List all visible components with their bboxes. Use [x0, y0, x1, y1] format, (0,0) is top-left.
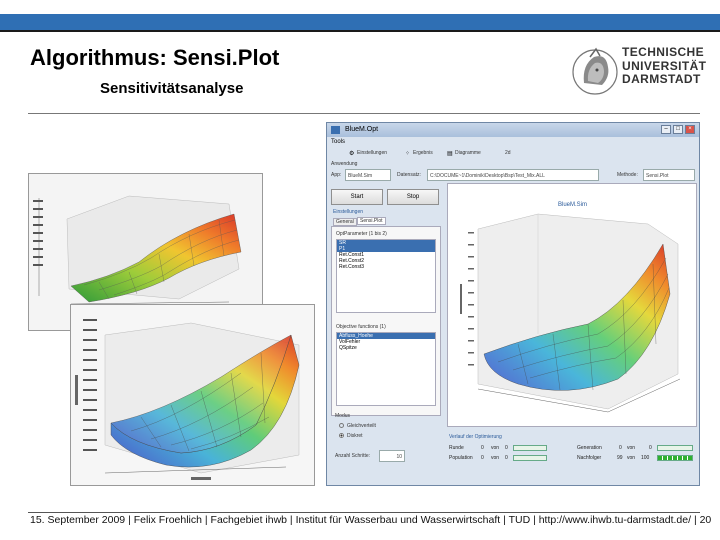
close-button[interactable]: ×	[685, 125, 695, 134]
mode-option-discrete[interactable]: Diskret	[339, 433, 363, 439]
objectives-label: Objective functions (1)	[336, 324, 386, 330]
mode-option-label: Diskret	[347, 433, 363, 439]
round-max: 0	[505, 445, 508, 451]
radio-icon[interactable]	[339, 423, 344, 429]
scatter-icon[interactable]: ⁘	[405, 150, 410, 157]
population-progress	[513, 455, 547, 461]
round-value: 0	[481, 445, 484, 451]
objectives-list[interactable]: Abfluss_Hoehe VolFehler QSpitze	[336, 332, 436, 406]
dataset-label: Datensatz:	[397, 172, 421, 178]
app-icon	[331, 126, 340, 134]
tab-sensi-plot[interactable]: Sensi.Plot	[357, 217, 386, 225]
title-rule	[28, 113, 700, 114]
round-label: Runde	[449, 445, 464, 451]
list-item[interactable]: QSpitze	[337, 345, 435, 351]
window-title: BlueM.Opt	[345, 126, 379, 133]
window-titlebar: BlueM.Opt	[327, 123, 699, 137]
athena-head-icon	[572, 47, 618, 95]
minimize-button[interactable]: –	[661, 125, 671, 134]
toolbar-2d-button[interactable]: 2d	[505, 150, 511, 156]
generation-label: Generation	[577, 445, 602, 451]
generation-max: 0	[649, 445, 652, 451]
offspring-label: Nachfolger	[577, 455, 602, 461]
settings-icon[interactable]: ⚙	[349, 150, 354, 157]
toolbar: ⚙ Einstellungen ⁘ Ergebnis ▤ Diagramme 2…	[329, 149, 697, 161]
progress-label: Verlauf der Optimierung	[449, 434, 502, 440]
steps-stepper[interactable]: 10	[379, 450, 405, 462]
mode-option-uniform[interactable]: Gleichverteilt	[339, 423, 376, 429]
slide-subtitle: Sensitivitätsanalyse	[100, 80, 244, 97]
generation-value: 0	[619, 445, 622, 451]
generation-of: von	[627, 445, 636, 451]
header-bar	[0, 14, 720, 30]
menu-tools[interactable]: Tools	[331, 139, 345, 145]
section-label-application: Anwendung	[331, 161, 358, 167]
round-progress	[513, 445, 547, 451]
offspring-max: 100	[641, 455, 650, 461]
offspring-of: von	[627, 455, 636, 461]
slide-title: Algorithmus: Sensi.Plot	[30, 45, 280, 70]
stop-button[interactable]: Stop	[387, 189, 439, 205]
tab-general[interactable]: General	[333, 218, 357, 226]
app-label: App:	[331, 172, 342, 178]
radio-checked-icon[interactable]	[339, 433, 344, 439]
footer-rule	[28, 512, 700, 513]
slide-footer: 15. September 2009 | Felix Froehlich | F…	[30, 514, 712, 526]
round-of: von	[491, 445, 500, 451]
mode-label: Modus	[335, 413, 351, 419]
header-divider	[0, 30, 720, 32]
steps-label: Anzahl Schritte:	[335, 453, 371, 459]
settings-panel: OptParameter (1 bis 2) SR P1 Ret.Const1 …	[331, 226, 441, 416]
offspring-progress	[657, 455, 693, 461]
method-select[interactable]: Sensi.Plot	[643, 169, 695, 181]
surface-chart	[460, 213, 681, 413]
toolbar-diagrams-button[interactable]: Diagramme	[455, 150, 481, 156]
toolbar-settings-button[interactable]: Einstellungen	[357, 150, 387, 156]
population-of: von	[491, 455, 500, 461]
chart-panel: BlueM.Sim	[447, 183, 697, 427]
dataset-field[interactable]: C:\DOCUME~1\Dominik\Desktop\Bsp\Test_Mix…	[427, 169, 599, 181]
offspring-value: 99	[617, 455, 623, 461]
opt-params-label: OptParameter (1 bis 2)	[336, 231, 387, 237]
surface-plot-image-2	[70, 304, 315, 486]
toolbar-result-button[interactable]: Ergebnis	[413, 150, 433, 156]
diagram-icon[interactable]: ▤	[447, 150, 453, 157]
maximize-button[interactable]: □	[673, 125, 683, 134]
tu-darmstadt-logo: TECHNISCHE UNIVERSITÄT DARMSTADT	[566, 43, 706, 101]
app-select[interactable]: BlueM.Sim	[345, 169, 391, 181]
logo-text: TECHNISCHE UNIVERSITÄT DARMSTADT	[622, 45, 707, 87]
bluem-opt-window: BlueM.Opt – □ × Tools ⚙ Einstellungen ⁘ …	[326, 122, 700, 486]
opt-params-list[interactable]: SR P1 Ret.Const1 Ret.Const2 Ret.Const3	[336, 239, 436, 313]
population-label: Population	[449, 455, 473, 461]
mode-option-label: Gleichverteilt	[347, 423, 376, 429]
population-value: 0	[481, 455, 484, 461]
list-item[interactable]: Ret.Const3	[337, 264, 435, 270]
population-max: 0	[505, 455, 508, 461]
method-label: Methode:	[617, 172, 638, 178]
settings-group-label: Einstellungen	[333, 209, 364, 215]
generation-progress	[657, 445, 693, 451]
start-button[interactable]: Start	[331, 189, 383, 205]
